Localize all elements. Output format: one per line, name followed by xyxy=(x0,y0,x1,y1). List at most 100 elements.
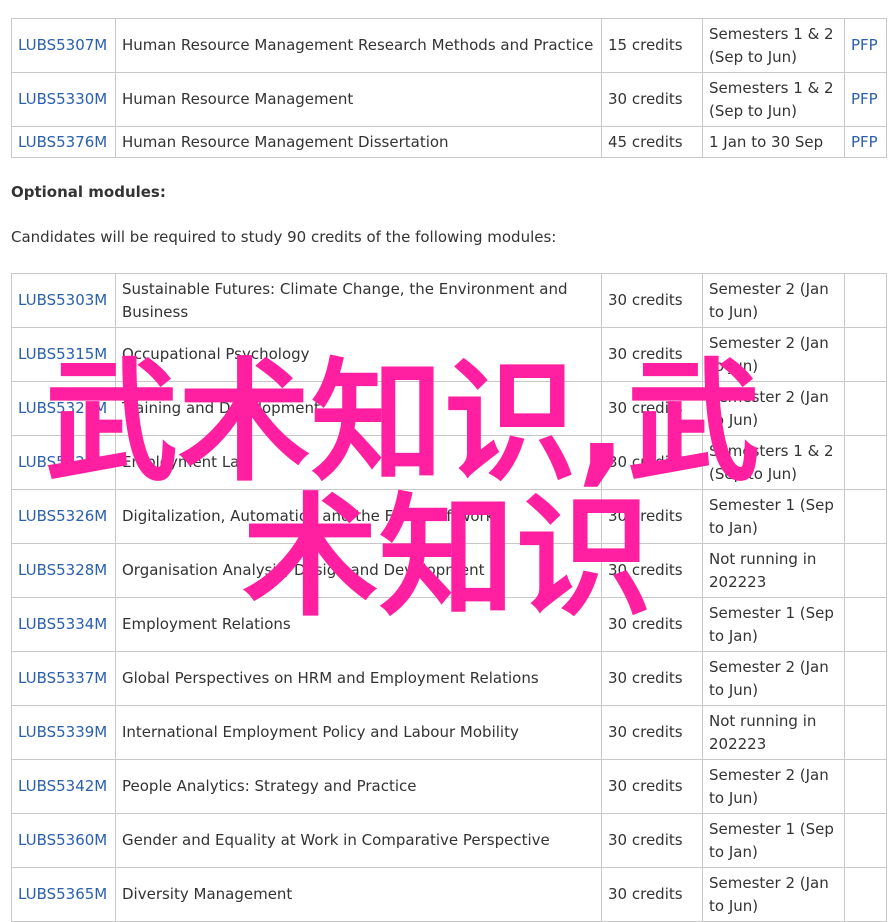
module-credits: 45 credits xyxy=(601,126,703,158)
module-code-link[interactable]: LUBS5334M xyxy=(18,615,107,633)
table-row: LUBS5334M Employment Relations 30 credit… xyxy=(11,597,887,652)
empty-cell xyxy=(844,705,887,760)
table-row: LUBS5326M Digitalization, Automation and… xyxy=(11,489,887,544)
empty-cell xyxy=(844,651,887,706)
module-code-link[interactable]: LUBS5365M xyxy=(18,885,107,903)
table-row: LUBS5365M Diversity Management 30 credit… xyxy=(11,867,887,922)
module-code-cell: LUBS5325M xyxy=(11,435,116,490)
module-code-cell: LUBS5330M xyxy=(11,72,116,127)
module-semester: Semester 2 (Jan to Jun) xyxy=(702,867,845,922)
optional-modules-table: LUBS5303M Sustainable Futures: Climate C… xyxy=(11,273,887,922)
table-row: LUBS5376M Human Resource Management Diss… xyxy=(11,126,887,158)
module-title: Global Perspectives on HRM and Employmen… xyxy=(115,651,602,706)
table-row: LUBS5342M People Analytics: Strategy and… xyxy=(11,759,887,814)
module-code-cell: LUBS5307M xyxy=(11,18,116,73)
table-row: LUBS5307M Human Resource Management Rese… xyxy=(11,18,887,73)
pfp-cell: PFP xyxy=(844,126,887,158)
table-row: LUBS5337M Global Perspectives on HRM and… xyxy=(11,651,887,706)
empty-cell xyxy=(844,543,887,598)
empty-cell xyxy=(844,273,887,328)
module-credits: 30 credits xyxy=(601,543,703,598)
module-code-cell: LUBS5328M xyxy=(11,543,116,598)
module-code-link[interactable]: LUBS5360M xyxy=(18,831,107,849)
module-credits: 30 credits xyxy=(601,72,703,127)
empty-cell xyxy=(844,381,887,436)
module-code-link[interactable]: LUBS5337M xyxy=(18,669,107,687)
module-semester: Semester 2 (Jan to Jun) xyxy=(702,759,845,814)
empty-cell xyxy=(844,867,887,922)
module-semester: 1 Jan to 30 Sep xyxy=(702,126,845,158)
compulsory-modules-table: LUBS5307M Human Resource Management Rese… xyxy=(11,18,887,158)
module-semester: Semesters 1 & 2 (Sep to Jun) xyxy=(702,435,845,490)
module-semester: Semester 1 (Sep to Jan) xyxy=(702,597,845,652)
module-credits: 30 credits xyxy=(601,705,703,760)
module-code-cell: LUBS5322M xyxy=(11,381,116,436)
module-semester: Not running in 202223 xyxy=(702,705,845,760)
module-code-link[interactable]: LUBS5330M xyxy=(18,90,107,108)
empty-cell xyxy=(844,597,887,652)
empty-cell xyxy=(844,489,887,544)
module-credits: 30 credits xyxy=(601,489,703,544)
table-row: LUBS5339M International Employment Polic… xyxy=(11,705,887,760)
empty-cell xyxy=(844,759,887,814)
page: LUBS5307M Human Resource Management Rese… xyxy=(0,0,895,922)
module-code-link[interactable]: LUBS5322M xyxy=(18,399,107,417)
empty-cell xyxy=(844,327,887,382)
module-credits: 30 credits xyxy=(601,381,703,436)
module-credits: 15 credits xyxy=(601,18,703,73)
optional-modules-intro: Candidates will be required to study 90 … xyxy=(11,228,557,246)
module-code-cell: LUBS5339M xyxy=(11,705,116,760)
module-title: Organisation Analysis, Design and Develo… xyxy=(115,543,602,598)
pfp-cell: PFP xyxy=(844,18,887,73)
module-title: Gender and Equality at Work in Comparati… xyxy=(115,813,602,868)
table-row: LUBS5360M Gender and Equality at Work in… xyxy=(11,813,887,868)
module-credits: 30 credits xyxy=(601,867,703,922)
module-code-cell: LUBS5337M xyxy=(11,651,116,706)
module-title: Occupational Psychology xyxy=(115,327,602,382)
module-code-cell: LUBS5315M xyxy=(11,327,116,382)
optional-modules-heading: Optional modules: xyxy=(11,183,166,201)
module-credits: 30 credits xyxy=(601,273,703,328)
module-code-cell: LUBS5376M xyxy=(11,126,116,158)
module-title: Sustainable Futures: Climate Change, the… xyxy=(115,273,602,328)
table-row: LUBS5325M Employment Law 30 credits Seme… xyxy=(11,435,887,490)
module-code-cell: LUBS5334M xyxy=(11,597,116,652)
module-code-link[interactable]: LUBS5325M xyxy=(18,453,107,471)
module-code-link[interactable]: LUBS5326M xyxy=(18,507,107,525)
module-code-cell: LUBS5360M xyxy=(11,813,116,868)
module-title: People Analytics: Strategy and Practice xyxy=(115,759,602,814)
table-row: LUBS5330M Human Resource Management 30 c… xyxy=(11,72,887,127)
module-code-link[interactable]: LUBS5307M xyxy=(18,36,107,54)
module-semester: Semester 2 (Jan to Jun) xyxy=(702,381,845,436)
module-code-link[interactable]: LUBS5315M xyxy=(18,345,107,363)
module-code-cell: LUBS5365M xyxy=(11,867,116,922)
module-title: Human Resource Management Research Metho… xyxy=(115,18,602,73)
table-row: LUBS5328M Organisation Analysis, Design … xyxy=(11,543,887,598)
module-code-cell: LUBS5326M xyxy=(11,489,116,544)
module-code-link[interactable]: LUBS5376M xyxy=(18,133,107,151)
empty-cell xyxy=(844,435,887,490)
pfp-link[interactable]: PFP xyxy=(851,36,878,54)
module-title: Employment Law xyxy=(115,435,602,490)
module-credits: 30 credits xyxy=(601,327,703,382)
module-title: Digitalization, Automation and the Futur… xyxy=(115,489,602,544)
pfp-link[interactable]: PFP xyxy=(851,133,878,151)
module-title: Human Resource Management Dissertation xyxy=(115,126,602,158)
pfp-link[interactable]: PFP xyxy=(851,90,878,108)
module-semester: Semesters 1 & 2 (Sep to Jun) xyxy=(702,72,845,127)
module-title: International Employment Policy and Labo… xyxy=(115,705,602,760)
module-credits: 30 credits xyxy=(601,435,703,490)
module-code-link[interactable]: LUBS5303M xyxy=(18,291,107,309)
module-code-link[interactable]: LUBS5328M xyxy=(18,561,107,579)
module-code-link[interactable]: LUBS5342M xyxy=(18,777,107,795)
table-row: LUBS5303M Sustainable Futures: Climate C… xyxy=(11,273,887,328)
module-semester: Semester 2 (Jan to Jun) xyxy=(702,327,845,382)
pfp-cell: PFP xyxy=(844,72,887,127)
module-code-cell: LUBS5303M xyxy=(11,273,116,328)
module-title: Diversity Management xyxy=(115,867,602,922)
module-semester: Not running in 202223 xyxy=(702,543,845,598)
module-title: Training and Development xyxy=(115,381,602,436)
module-semester: Semester 1 (Sep to Jan) xyxy=(702,813,845,868)
module-code-link[interactable]: LUBS5339M xyxy=(18,723,107,741)
module-credits: 30 credits xyxy=(601,759,703,814)
